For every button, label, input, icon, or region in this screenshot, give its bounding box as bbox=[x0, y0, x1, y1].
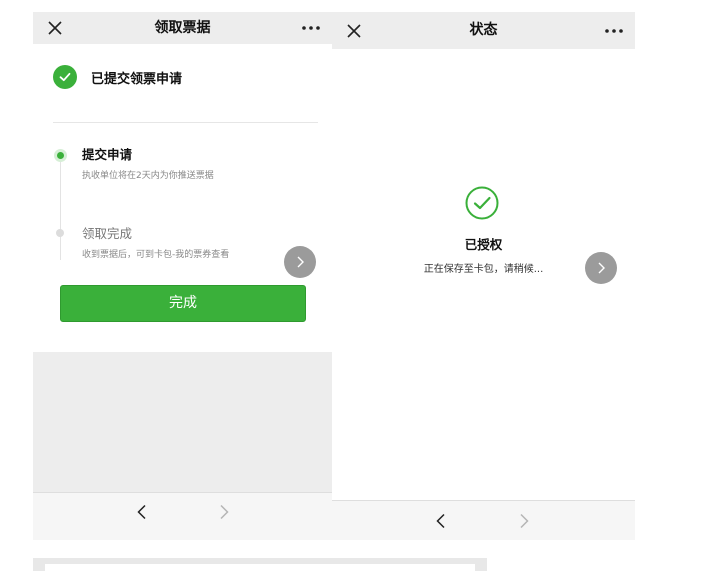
partial-screen-strip bbox=[33, 558, 487, 571]
partial-screen-content bbox=[45, 564, 475, 571]
more-dots-icon[interactable] bbox=[603, 21, 625, 41]
status-screen: 状态 已授权 正在保存至卡包，请稍候... bbox=[332, 12, 635, 540]
submitted-header: 已提交领票申请 bbox=[53, 64, 182, 90]
step-submit-description: 执收单位将在2天内为你推送票据 bbox=[82, 171, 214, 181]
topbar: 状态 bbox=[332, 12, 635, 49]
step-submit-title: 提交申请 bbox=[82, 147, 133, 162]
chevron-right-icon[interactable] bbox=[284, 246, 316, 278]
claim-ticket-screen: 领取票据 已提交领票申请 提交申请 执收单位将在2天内为你推送票据 领取完成 收… bbox=[33, 12, 332, 540]
step-complete-description: 收到票据后，可到卡包-我的票券查看 bbox=[82, 250, 230, 260]
submitted-header-text: 已提交领票申请 bbox=[91, 71, 183, 87]
status-title: 已授权 bbox=[464, 237, 503, 252]
topbar: 领取票据 bbox=[33, 12, 332, 44]
page-title: 状态 bbox=[469, 22, 498, 38]
chevron-right-icon[interactable] bbox=[585, 252, 617, 284]
check-circle-icon bbox=[53, 65, 77, 89]
divider bbox=[53, 122, 318, 123]
chevron-right-icon[interactable] bbox=[516, 513, 532, 529]
chevron-left-icon[interactable] bbox=[134, 504, 150, 520]
done-button[interactable]: 完成 bbox=[60, 285, 306, 322]
page-title: 领取票据 bbox=[154, 20, 211, 36]
step-pending-dot-icon bbox=[56, 229, 64, 237]
more-dots-icon[interactable] bbox=[300, 18, 322, 38]
chevron-left-icon[interactable] bbox=[433, 513, 449, 529]
browser-navbar bbox=[33, 492, 332, 540]
step-connector-line bbox=[60, 158, 61, 260]
step-complete-title: 领取完成 bbox=[82, 226, 133, 241]
check-circle-outline-icon bbox=[465, 186, 499, 220]
browser-navbar bbox=[332, 500, 635, 540]
step-active-dot-icon bbox=[54, 149, 67, 162]
chevron-right-icon[interactable] bbox=[216, 504, 232, 520]
